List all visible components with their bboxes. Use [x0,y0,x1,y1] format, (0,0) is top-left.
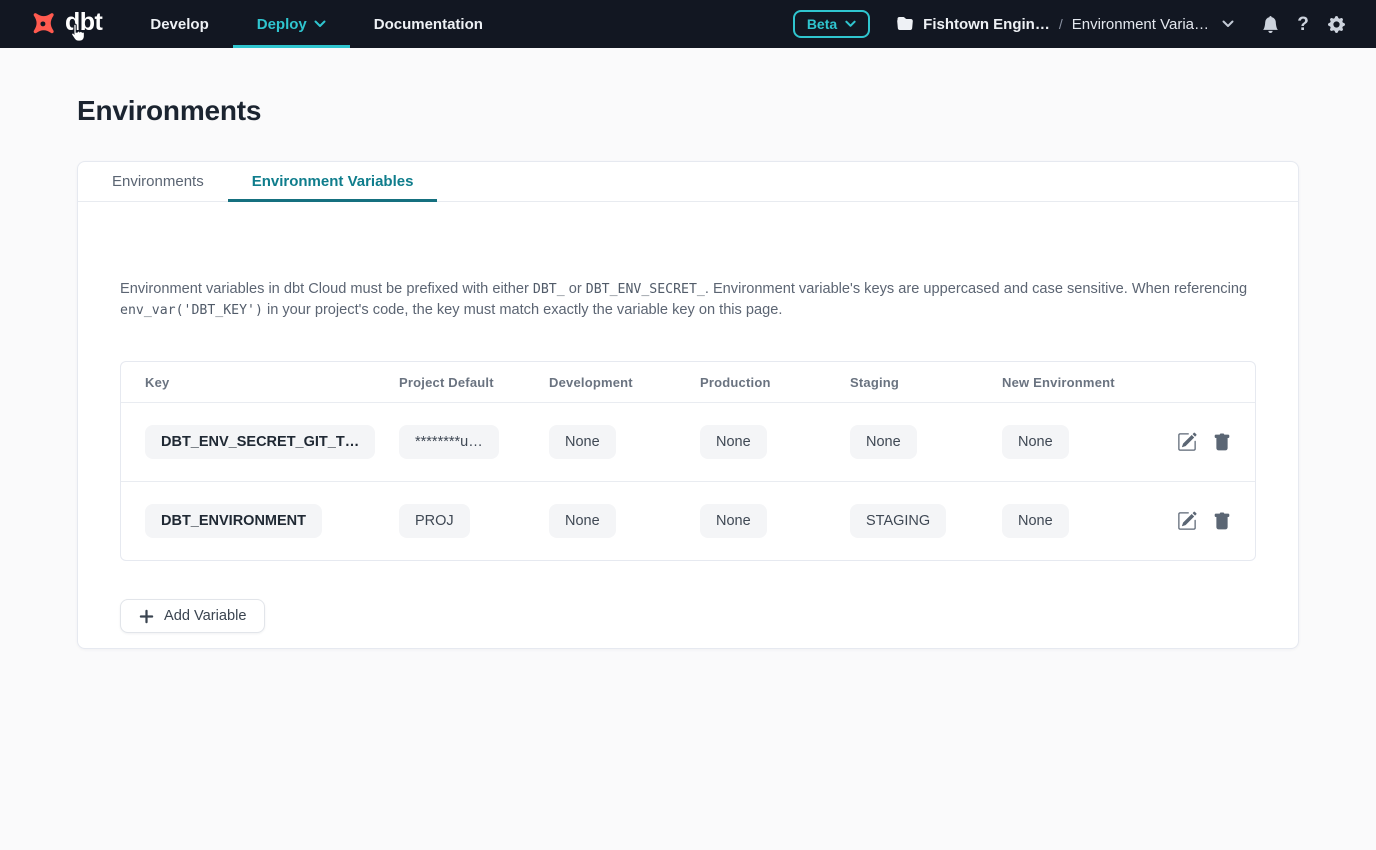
code-prefix-dbt: DBT_ [533,282,565,297]
trash-icon[interactable] [1213,433,1231,452]
chevron-down-icon[interactable] [1222,20,1234,28]
beta-badge[interactable]: Beta [793,10,870,38]
nav-item-label: Develop [150,16,208,33]
edit-icon[interactable] [1177,432,1197,452]
env-var-value-production: None [700,425,767,459]
edit-icon[interactable] [1177,511,1197,531]
env-var-value-staging: STAGING [850,504,946,538]
breadcrumb-separator: / [1059,16,1063,32]
help-icon[interactable]: ? [1293,14,1313,34]
env-var-value-development: None [549,504,616,538]
nav-item-label: Deploy [257,16,307,33]
table-header-row: Key Project Default Development Producti… [121,362,1255,402]
nav-utility-icons: ? [1260,14,1346,34]
env-var-value-project-default: ********u… [399,425,499,459]
chevron-down-icon [845,20,856,28]
add-variable-label: Add Variable [164,608,246,624]
mouse-cursor-icon [68,22,88,44]
env-vars-table: Key Project Default Development Producti… [120,361,1256,561]
column-header-key: Key [145,375,399,390]
code-env-var: env_var('DBT_KEY') [120,303,263,318]
tab-bar: Environments Environment Variables [78,162,1298,202]
column-header-production: Production [700,375,850,390]
add-variable-button[interactable]: Add Variable [120,599,265,633]
chevron-down-icon [314,20,326,28]
env-var-value-staging: None [850,425,917,459]
page-title: Environments [77,95,1299,127]
nav-item-documentation[interactable]: Documentation [350,0,507,48]
gear-icon[interactable] [1326,14,1346,34]
env-var-key: DBT_ENVIRONMENT [145,504,322,538]
code-prefix-secret: DBT_ENV_SECRET_ [586,282,705,297]
breadcrumb-project[interactable]: Fishtown Engin… [923,16,1050,33]
table-row: DBT_ENV_SECRET_GIT_T… ********u… None No… [121,402,1255,481]
dbt-logo-mark [28,9,58,39]
dbt-logo[interactable]: dbt [28,0,102,48]
nav-item-deploy[interactable]: Deploy [233,0,350,48]
column-header-development: Development [549,375,700,390]
nav-item-label: Documentation [374,16,483,33]
tab-environment-variables[interactable]: Environment Variables [228,162,438,201]
env-var-value-development: None [549,425,616,459]
tab-label: Environments [112,173,204,190]
plus-icon [139,609,154,624]
env-var-value-production: None [700,504,767,538]
beta-label: Beta [807,16,837,32]
main-content: Environments Environments Environment Va… [0,48,1376,649]
primary-nav: Develop Deploy Documentation [126,0,507,48]
environments-card: Environments Environment Variables Envir… [77,161,1299,649]
breadcrumb: Fishtown Engin… / Environment Varia… [896,16,1234,33]
folder-icon [896,16,914,32]
column-header-project-default: Project Default [399,375,549,390]
nav-item-develop[interactable]: Develop [126,0,232,48]
top-nav: dbt Develop Deploy Documentation Beta [0,0,1376,48]
env-var-value-project-default: PROJ [399,504,470,538]
env-var-value-new-environment: None [1002,425,1069,459]
env-var-value-new-environment: None [1002,504,1069,538]
table-row: DBT_ENVIRONMENT PROJ None None STAGING N… [121,481,1255,560]
bell-icon[interactable] [1260,14,1280,34]
tab-label: Environment Variables [252,173,414,190]
column-header-staging: Staging [850,375,1002,390]
env-var-key: DBT_ENV_SECRET_GIT_T… [145,425,375,459]
help-glyph: ? [1297,15,1309,34]
breadcrumb-page[interactable]: Environment Varia… [1072,16,1209,33]
tab-environments[interactable]: Environments [88,162,228,201]
column-header-new-environment: New Environment [1002,375,1162,390]
trash-icon[interactable] [1213,512,1231,531]
env-vars-description: Environment variables in dbt Cloud must … [120,279,1256,321]
